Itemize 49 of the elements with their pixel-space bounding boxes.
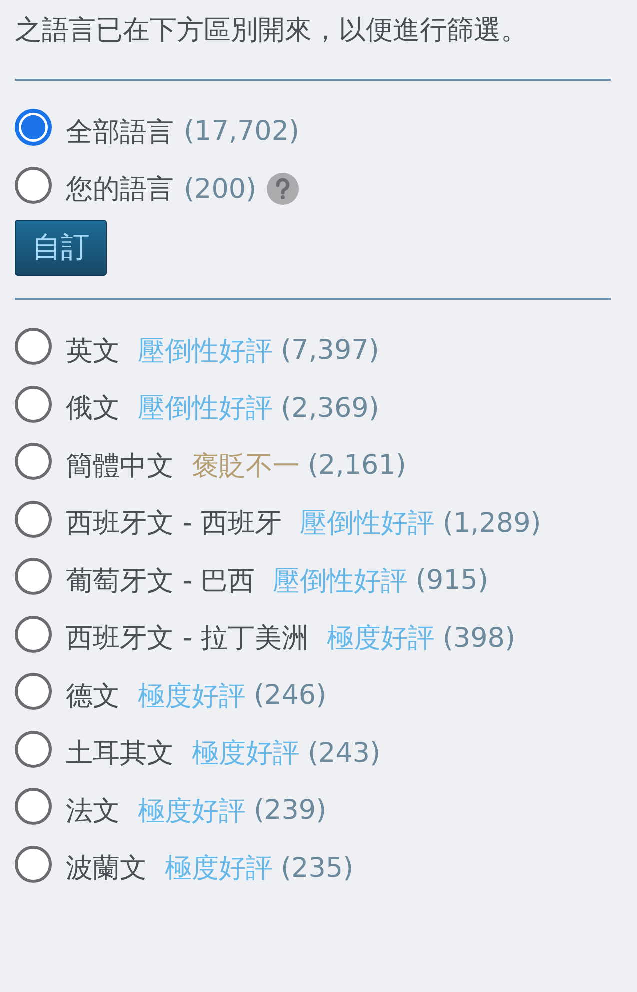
radio-button[interactable] bbox=[15, 846, 52, 883]
review-count: (243) bbox=[308, 738, 381, 769]
review-rating: 壓倒性好評 bbox=[138, 334, 273, 369]
review-rating: 褒貶不一 bbox=[192, 450, 300, 484]
language-label[interactable]: 波蘭文 bbox=[66, 850, 147, 886]
language-label[interactable]: 西班牙文 - 西班牙 bbox=[66, 505, 282, 542]
language-label[interactable]: 俄文 bbox=[66, 390, 120, 426]
radio-button[interactable] bbox=[15, 386, 52, 423]
review-count: (915) bbox=[416, 565, 489, 596]
review-rating: 極度好評 bbox=[165, 852, 273, 886]
language-label[interactable]: 簡體中文 bbox=[66, 448, 174, 484]
option-label[interactable]: 全部語言 bbox=[66, 114, 174, 150]
intro-text: 之語言已在下方區別開來，以便進行篩選。 bbox=[15, 14, 529, 48]
radio-button[interactable] bbox=[15, 788, 52, 826]
review-count: (200) bbox=[184, 174, 257, 205]
review-rating: 壓倒性好評 bbox=[272, 564, 408, 599]
language-label[interactable]: 法文 bbox=[66, 792, 120, 829]
review-count: (235) bbox=[281, 852, 354, 884]
review-rating: 極度好評 bbox=[326, 622, 435, 656]
customize-button[interactable]: 自訂 bbox=[15, 220, 107, 276]
review-count: (239) bbox=[254, 795, 327, 826]
help-icon[interactable] bbox=[266, 173, 299, 206]
review-count: (17,702) bbox=[184, 116, 300, 148]
radio-button[interactable] bbox=[15, 730, 52, 768]
review-count: (7,397) bbox=[281, 335, 380, 366]
review-count: (398) bbox=[442, 622, 516, 654]
review-count: (1,289) bbox=[442, 508, 542, 539]
review-rating: 極度好評 bbox=[138, 680, 246, 714]
radio-button[interactable] bbox=[15, 673, 52, 710]
radio-button[interactable] bbox=[15, 616, 52, 653]
language-label[interactable]: 西班牙文 - 拉丁美洲 bbox=[66, 620, 309, 656]
language-label[interactable]: 土耳其文 bbox=[66, 735, 174, 772]
radio-button[interactable] bbox=[15, 500, 52, 538]
review-rating: 壓倒性好評 bbox=[300, 507, 435, 542]
radio-button[interactable] bbox=[15, 328, 52, 366]
radio-button[interactable] bbox=[15, 166, 52, 204]
review-count: (2,161) bbox=[308, 450, 406, 482]
language-label[interactable]: 葡萄牙文 - 巴西 bbox=[66, 562, 255, 599]
review-count: (2,369) bbox=[281, 392, 380, 424]
language-label[interactable]: 英文 bbox=[66, 332, 120, 369]
review-rating: 極度好評 bbox=[192, 737, 300, 772]
option-label[interactable]: 您的語言 bbox=[66, 171, 174, 208]
radio-button[interactable] bbox=[15, 443, 52, 480]
review-rating: 極度好評 bbox=[138, 794, 246, 829]
review-count: (246) bbox=[254, 680, 327, 712]
language-label[interactable]: 德文 bbox=[66, 678, 120, 714]
review-rating: 壓倒性好評 bbox=[138, 392, 273, 426]
radio-button[interactable] bbox=[15, 558, 52, 596]
radio-button[interactable] bbox=[15, 109, 52, 146]
